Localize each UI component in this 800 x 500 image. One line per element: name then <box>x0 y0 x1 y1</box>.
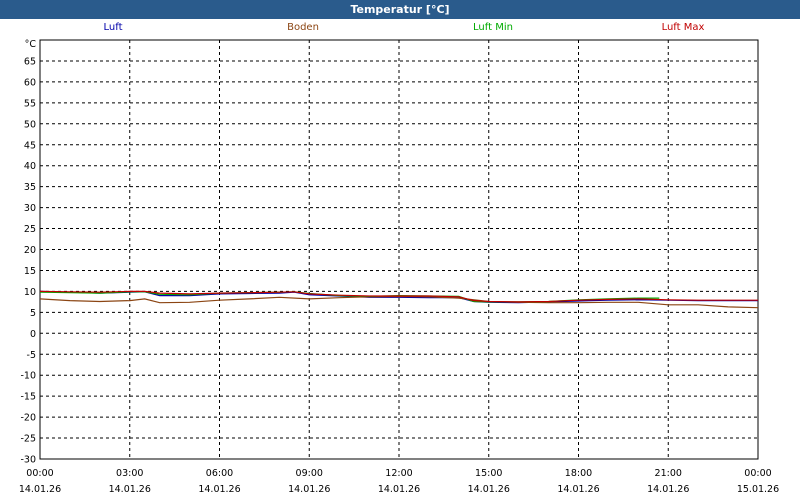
x-tick-date: 14.01.26 <box>288 484 330 495</box>
y-tick-label: 0 <box>30 329 36 340</box>
y-tick-label: 40 <box>24 161 36 172</box>
x-tick-date: 15.01.26 <box>737 484 779 495</box>
y-tick-label: -10 <box>20 371 36 382</box>
y-tick-label: 50 <box>24 119 36 130</box>
x-tick-date: 14.01.26 <box>468 484 510 495</box>
y-tick-label: 25 <box>24 224 36 235</box>
y-tick-label: 5 <box>30 308 36 319</box>
y-tick-label: -20 <box>20 413 36 424</box>
y-tick-label: 35 <box>24 182 36 193</box>
x-tick-time: 00:00 <box>744 468 771 479</box>
x-tick-time: 06:00 <box>206 468 233 479</box>
x-tick-date: 14.01.26 <box>557 484 599 495</box>
x-tick-date: 14.01.26 <box>647 484 689 495</box>
y-tick-label: -30 <box>20 455 36 466</box>
y-tick-label: 30 <box>24 203 36 214</box>
x-tick-time: 00:00 <box>26 468 53 479</box>
y-tick-label: 15 <box>24 266 36 277</box>
y-tick-label: 20 <box>24 245 36 256</box>
y-tick-label: 60 <box>24 77 36 88</box>
temperature-chart: 65605550454035302520151050-5-10-15-20-25… <box>19 39 779 495</box>
y-tick-label: 45 <box>24 140 36 151</box>
x-tick-date: 14.01.26 <box>198 484 240 495</box>
y-tick-label: -5 <box>27 350 36 361</box>
y-tick-label: 10 <box>24 287 36 298</box>
y-axis-unit: °C <box>25 39 37 50</box>
x-tick-time: 18:00 <box>565 468 592 479</box>
x-tick-time: 09:00 <box>296 468 323 479</box>
y-tick-label: -15 <box>20 392 36 403</box>
y-tick-label: -25 <box>20 434 36 445</box>
x-tick-time: 15:00 <box>475 468 502 479</box>
y-tick-label: 65 <box>24 56 36 67</box>
x-tick-time: 03:00 <box>116 468 143 479</box>
x-tick-date: 14.01.26 <box>109 484 151 495</box>
y-tick-label: 55 <box>24 98 36 109</box>
x-tick-date: 14.01.26 <box>19 484 61 495</box>
x-tick-date: 14.01.26 <box>378 484 420 495</box>
x-tick-time: 12:00 <box>385 468 412 479</box>
x-tick-time: 21:00 <box>655 468 682 479</box>
